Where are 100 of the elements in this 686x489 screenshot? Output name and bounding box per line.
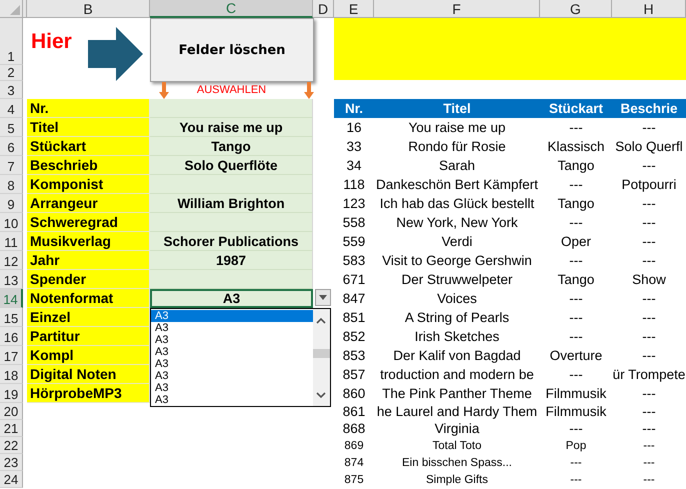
table-cell-text: 857 bbox=[342, 366, 366, 384]
field-value[interactable]: Tango bbox=[150, 137, 313, 156]
row-header[interactable]: 19 bbox=[0, 384, 23, 403]
field-value[interactable]: Schorer Publications bbox=[150, 232, 313, 251]
table-cell-text: 851 bbox=[342, 309, 366, 327]
row-header[interactable]: 21 bbox=[0, 420, 23, 437]
dropdown-option[interactable]: A3 bbox=[151, 394, 313, 406]
table-cell-text: --- bbox=[641, 403, 657, 420]
row-header[interactable]: 5 bbox=[0, 118, 23, 137]
table-cell-text: Dankeschön Bert Kämpfert bbox=[374, 176, 540, 194]
row-header[interactable]: 24 bbox=[0, 471, 23, 488]
column-header[interactable]: E bbox=[334, 0, 374, 18]
row-header[interactable]: 4 bbox=[0, 99, 23, 118]
table-cell-text: 847 bbox=[342, 290, 366, 308]
field-value[interactable]: You raise me up bbox=[150, 118, 313, 137]
row-header[interactable]: 9 bbox=[0, 194, 23, 213]
row-header[interactable]: 3 bbox=[0, 81, 23, 99]
dropdown-option[interactable]: A3 bbox=[151, 346, 313, 358]
table-cell-text: A String of Pearls bbox=[404, 309, 510, 327]
table-cell-text: Irish Sketches bbox=[414, 328, 500, 346]
table-cell-text: --- bbox=[641, 252, 657, 270]
table-cell-text: --- bbox=[568, 214, 584, 232]
column-header[interactable]: B bbox=[27, 0, 150, 18]
column-header[interactable]: H bbox=[612, 0, 686, 18]
table-cell-text: 34 bbox=[345, 157, 363, 175]
row-header[interactable]: 20 bbox=[0, 403, 23, 420]
clear-fields-button[interactable]: Felder löschen bbox=[150, 18, 314, 82]
table-header-cell: Beschrie bbox=[612, 99, 686, 118]
field-label: Musikverlag bbox=[27, 232, 150, 251]
row-header[interactable]: 13 bbox=[0, 270, 23, 289]
table-header-cell: Titel bbox=[374, 99, 540, 118]
row-header[interactable]: 7 bbox=[0, 156, 23, 175]
table-cell-text: --- bbox=[568, 119, 584, 137]
field-label: Komponist bbox=[27, 175, 150, 194]
table-cell-text: --- bbox=[568, 290, 584, 308]
table-cell-text: --- bbox=[568, 328, 584, 346]
field-label: Schweregrad bbox=[27, 213, 150, 232]
dropdown-field[interactable]: A3 bbox=[150, 289, 313, 308]
table-cell-text: Der Kalif von Bagdad bbox=[392, 347, 522, 365]
dropdown-option[interactable]: A3 bbox=[151, 370, 313, 382]
dropdown-option[interactable]: A3 bbox=[151, 358, 313, 370]
table-cell-text: Overture bbox=[548, 347, 604, 365]
table-cell-text: You raise me up bbox=[407, 119, 507, 137]
row-header[interactable]: 16 bbox=[0, 327, 23, 346]
table-cell-text: --- bbox=[642, 456, 656, 470]
table-cell-text: --- bbox=[641, 347, 657, 365]
row-header[interactable]: 1 bbox=[0, 18, 23, 65]
row-header[interactable]: 23 bbox=[0, 454, 23, 471]
table-cell-text: Ein bisschen Spass... bbox=[401, 456, 513, 470]
table-cell-text: --- bbox=[569, 472, 583, 488]
dropdown-option[interactable]: A3 bbox=[151, 310, 313, 322]
row-header[interactable]: 2 bbox=[0, 65, 23, 81]
table-cell-text: Klassisch bbox=[546, 138, 606, 156]
dropdown-option[interactable]: A3 bbox=[151, 382, 313, 394]
table-cell-text: Sarah bbox=[438, 157, 476, 175]
field-label: Arrangeur bbox=[27, 194, 150, 213]
table-cell-text: The Pink Panther Theme bbox=[381, 385, 533, 403]
table-cell-text: --- bbox=[641, 233, 657, 251]
dropdown-option[interactable]: A3 bbox=[151, 334, 313, 346]
table-cell-text: Solo Querfl bbox=[614, 138, 684, 156]
row-header[interactable]: 18 bbox=[0, 365, 23, 384]
table-cell-text: --- bbox=[568, 252, 584, 270]
column-header[interactable]: G bbox=[540, 0, 612, 18]
row-header[interactable]: 10 bbox=[0, 213, 23, 232]
field-value[interactable]: Solo Querflöte bbox=[150, 156, 313, 175]
table-cell-text: ür Trompete bbox=[612, 366, 686, 384]
table-cell-text: Total Toto bbox=[431, 438, 482, 454]
field-value[interactable]: 1987 bbox=[150, 251, 313, 270]
row-header[interactable]: 22 bbox=[0, 437, 23, 454]
table-cell-text: Voices bbox=[436, 290, 478, 308]
table-cell-text: Pop bbox=[564, 438, 588, 454]
row-header[interactable]: 6 bbox=[0, 137, 23, 156]
column-header[interactable]: F bbox=[374, 0, 540, 18]
table-cell-text: troduction and modern be bbox=[379, 366, 535, 384]
table-cell-text: he Laurel and Hardy Them bbox=[376, 403, 538, 420]
dropdown-option[interactable]: A3 bbox=[151, 322, 313, 334]
table-cell-text: 875 bbox=[343, 472, 365, 488]
field-label: Jahr bbox=[27, 251, 150, 270]
field-label: Partitur bbox=[27, 327, 150, 346]
field-label: Spender bbox=[27, 270, 150, 289]
field-value[interactable]: William Brighton bbox=[150, 194, 313, 213]
row-header[interactable]: 11 bbox=[0, 232, 23, 251]
table-cell-text: --- bbox=[641, 420, 657, 437]
column-header[interactable]: C bbox=[150, 0, 313, 18]
column-header[interactable]: D bbox=[313, 0, 334, 18]
table-cell-text: Rondo für Rosie bbox=[407, 138, 507, 156]
row-header[interactable]: 12 bbox=[0, 251, 23, 270]
table-cell-text: --- bbox=[568, 420, 584, 437]
row-header[interactable]: 8 bbox=[0, 175, 23, 194]
table-cell-text: 852 bbox=[342, 328, 366, 346]
row-header[interactable]: 14 bbox=[0, 289, 23, 308]
table-cell-text: Tango bbox=[556, 157, 596, 175]
table-cell-text: 861 bbox=[342, 403, 366, 420]
row-header[interactable]: 17 bbox=[0, 346, 23, 365]
table-cell-text: --- bbox=[641, 119, 657, 137]
hier-label: Hier bbox=[30, 30, 72, 54]
table-cell-text: Visit to George Gershwin bbox=[381, 252, 533, 270]
row-header[interactable]: 15 bbox=[0, 308, 23, 327]
table-cell-text: --- bbox=[568, 366, 584, 384]
table-cell-text: 16 bbox=[345, 119, 363, 137]
